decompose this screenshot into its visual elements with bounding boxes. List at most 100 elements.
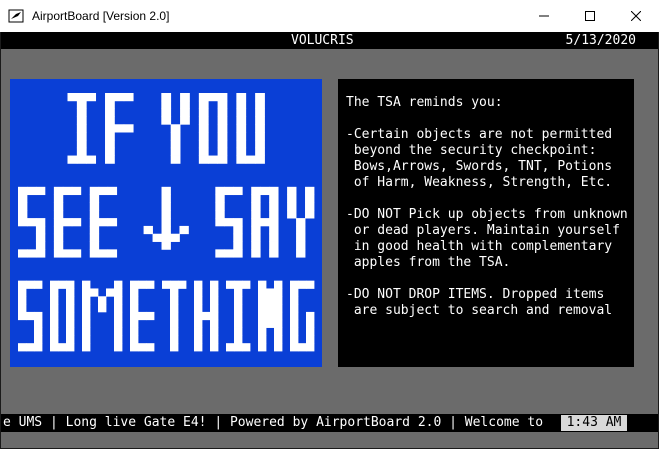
poster-pixel [170, 233, 180, 242]
poster-pixel [306, 280, 315, 289]
poster-pixel [194, 327, 203, 336]
poster-pixel [226, 280, 235, 289]
poster-pixel [35, 218, 46, 227]
notice-item: -DO NOT Pick up objects from unknown or … [346, 207, 628, 270]
poster-pixel [66, 343, 75, 352]
poster-pixel [269, 249, 279, 258]
poster-pixel [274, 288, 283, 297]
poster-pixel [66, 304, 75, 313]
poster-pixel [290, 296, 299, 305]
poster-pixel [105, 108, 115, 117]
poster-pixel [53, 233, 64, 242]
poster-pixel [143, 225, 153, 235]
poster-pixel [152, 233, 162, 242]
poster-pixel [170, 343, 179, 352]
poster-pixel [234, 319, 243, 328]
poster-pixel [269, 225, 279, 235]
poster-pixel [210, 288, 219, 297]
poster-pixel [305, 194, 315, 203]
poster-pixel [18, 288, 27, 297]
poster-pixel [67, 155, 78, 164]
poster-pixel [180, 100, 190, 110]
board-header: VOLUCRIS 5/13/2020 [1, 32, 658, 49]
poster-pixel [76, 100, 87, 110]
poster-pixel [18, 280, 27, 289]
poster-pixel [266, 304, 275, 313]
poster-pixel [251, 194, 261, 203]
poster-pixel [296, 225, 306, 235]
poster-pixel [53, 218, 64, 227]
poster-pixel [62, 218, 73, 227]
poster-pixel [170, 155, 181, 164]
safety-poster [10, 79, 322, 367]
poster-pixel [217, 132, 228, 141]
poster-pixel [180, 93, 190, 102]
poster-pixel [251, 186, 261, 196]
poster-pixel [50, 327, 59, 336]
poster-pixel [306, 311, 315, 321]
poster-pixel [255, 124, 265, 133]
poster-pixel [161, 233, 171, 242]
poster-pixel [89, 249, 100, 258]
poster-pixel [34, 327, 43, 336]
poster-pixel [287, 186, 297, 196]
poster-pixel [53, 202, 64, 211]
poster-pixel [82, 280, 91, 289]
poster-pixel [234, 296, 243, 305]
poster-pixel [50, 343, 59, 352]
poster-pixel [107, 249, 118, 258]
poster-pixel [26, 311, 35, 321]
poster-pixel [234, 288, 243, 297]
poster-pixel [161, 186, 171, 196]
poster-pixel [290, 343, 299, 352]
poster-pixel [82, 343, 91, 352]
poster-pixel [62, 249, 73, 258]
poster-pixel [179, 225, 189, 235]
poster-pixel [178, 280, 187, 289]
poster-pixel [234, 304, 243, 313]
poster-pixel [34, 343, 43, 352]
poster-pixel [58, 343, 67, 352]
title-bar[interactable]: AirportBoard [Version 2.0] [0, 0, 659, 32]
poster-pixel [269, 241, 279, 250]
poster-pixel [161, 116, 172, 125]
poster-pixel [161, 241, 171, 250]
poster-pixel [198, 139, 209, 149]
maximize-button[interactable] [567, 0, 613, 32]
poster-pixel [123, 124, 134, 133]
poster-pixel [258, 335, 267, 344]
poster-pixel [306, 343, 315, 352]
poster-pixel [180, 108, 190, 117]
minimize-button[interactable] [521, 0, 567, 32]
poster-pixel [130, 296, 139, 305]
poster-pixel [105, 132, 115, 141]
poster-pixel [161, 202, 171, 211]
poster-pixel [76, 132, 87, 141]
poster-pixel [236, 155, 247, 164]
close-button[interactable] [613, 0, 659, 32]
poster-pixel [215, 202, 225, 211]
poster-pixel [105, 116, 115, 125]
poster-pixel [162, 280, 171, 289]
poster-pixel [274, 327, 283, 336]
poster-pixel [298, 280, 307, 289]
poster-pixel [53, 194, 64, 203]
poster-pixel [251, 233, 261, 242]
poster-pixel [98, 186, 109, 196]
poster-pixel [234, 327, 243, 336]
poster-pixel [35, 249, 46, 258]
poster-pixel [105, 93, 115, 102]
poster-pixel [269, 233, 279, 242]
poster-pixel [266, 296, 275, 305]
poster-pixel [255, 108, 265, 117]
poster-pixel [266, 288, 275, 297]
poster-pixel [194, 343, 203, 352]
poster-pixel [89, 186, 100, 196]
poster-pixel [290, 288, 299, 297]
poster-pixel [269, 194, 279, 203]
poster-pixel [210, 280, 219, 289]
poster-pixel [251, 249, 261, 258]
poster-pixel [217, 108, 228, 117]
poster-pixel [258, 280, 267, 289]
poster-pixel [26, 280, 35, 289]
